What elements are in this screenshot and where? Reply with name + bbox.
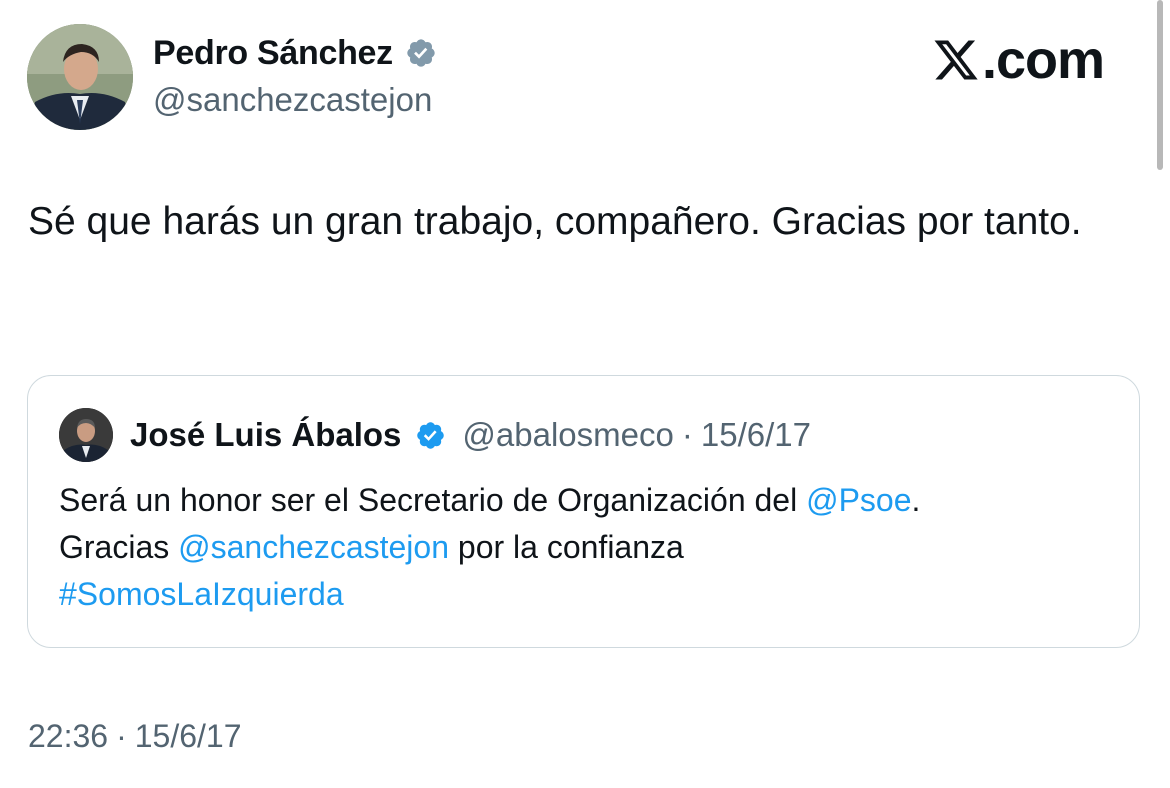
- brand-text: .com: [982, 30, 1105, 90]
- mention-link-sanchezcastejon[interactable]: @sanchezcastejon: [178, 529, 449, 565]
- author-name[interactable]: Pedro Sánchez: [153, 33, 437, 73]
- author-name-label[interactable]: Pedro Sánchez: [153, 33, 393, 73]
- quoted-author-avatar[interactable]: [59, 408, 113, 462]
- tweet-timestamp[interactable]: 22:36 · 15/6/17: [28, 716, 242, 756]
- quoted-text-part: .: [911, 482, 921, 518]
- quoted-date[interactable]: 15/6/17: [701, 415, 811, 455]
- quoted-text-part: Será un honor ser el Secretario de Organ…: [59, 482, 807, 518]
- timestamp-date: 15/6/17: [134, 718, 242, 754]
- x-logo-icon: [934, 40, 978, 80]
- author-handle[interactable]: @sanchezcastejon: [153, 80, 432, 120]
- quoted-text-part: Gracias: [59, 529, 179, 565]
- separator-dot: ·: [116, 718, 127, 754]
- quoted-author-name[interactable]: José Luis Ábalos: [130, 415, 401, 455]
- verified-badge-icon: [417, 421, 445, 449]
- quoted-tweet-card[interactable]: José Luis Ábalos @abalosmeco · 15/6/17 S…: [27, 375, 1140, 648]
- hashtag-link[interactable]: #SomosLaIzquierda: [59, 576, 344, 612]
- quoted-header: José Luis Ábalos @abalosmeco · 15/6/17: [130, 415, 811, 455]
- scrollbar[interactable]: [1157, 0, 1163, 170]
- brand-logo: .com: [932, 30, 1105, 90]
- quoted-text-part: por la confianza: [449, 529, 684, 565]
- quoted-tweet-text: Será un honor ser el Secretario de Organ…: [59, 477, 1119, 618]
- verified-badge-icon: [407, 39, 435, 67]
- mention-link-psoe[interactable]: @Psoe: [806, 482, 911, 518]
- quoted-author-handle[interactable]: @abalosmeco: [462, 415, 673, 455]
- separator-dot: ·: [681, 416, 693, 453]
- timestamp-time: 22:36: [28, 718, 109, 754]
- author-avatar[interactable]: [27, 24, 133, 130]
- tweet-text: Sé que harás un gran trabajo, compañero.…: [28, 200, 1082, 243]
